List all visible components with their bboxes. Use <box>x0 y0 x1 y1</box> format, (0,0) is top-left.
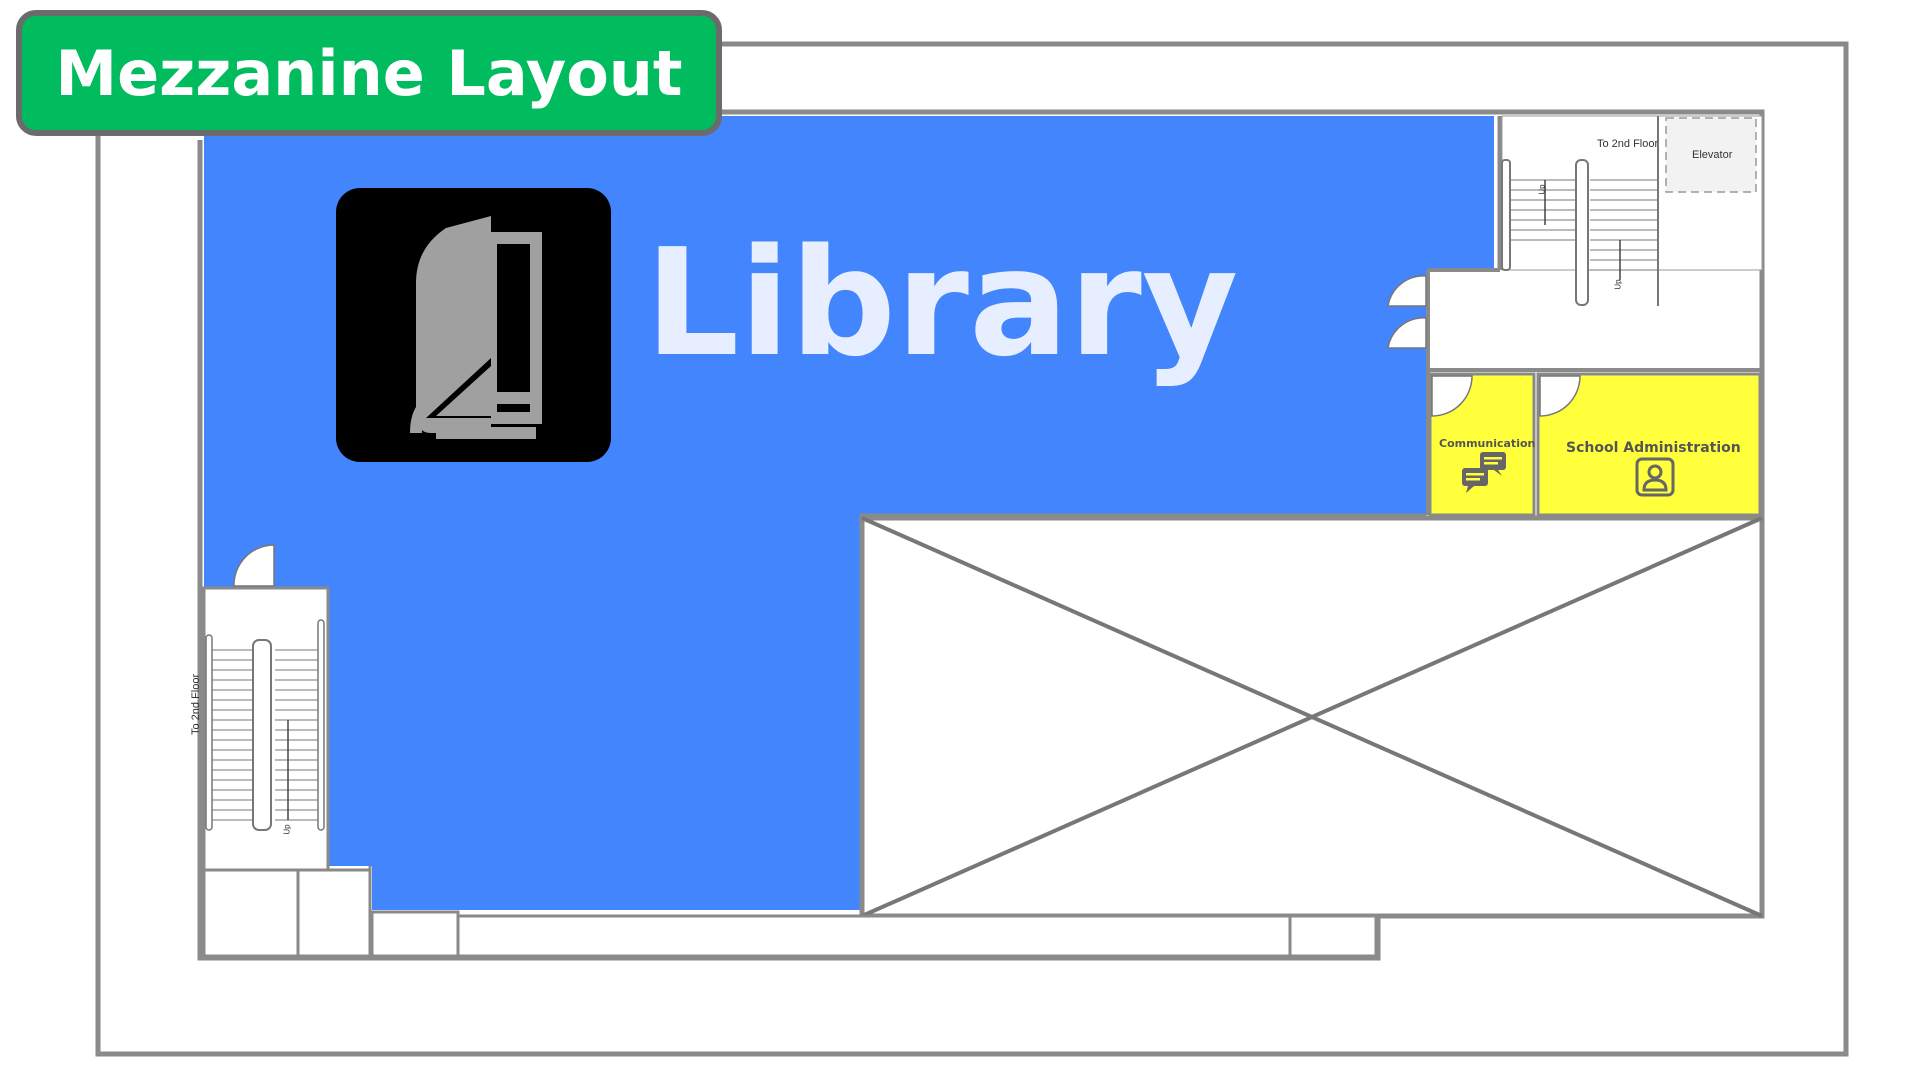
book-icon <box>336 188 611 462</box>
chat-bubbles-icon <box>1460 450 1510 496</box>
corridor-room <box>1288 914 1378 958</box>
stair-west-handrail <box>317 619 325 831</box>
floor-plan <box>95 41 1849 1057</box>
stair-west-handrail <box>252 639 272 831</box>
school-admin-label: School Administration <box>1566 440 1741 456</box>
stair-north-up: Up <box>1537 184 1547 195</box>
stair-north-up: Up <box>1613 279 1623 290</box>
corridor-room <box>456 914 1292 958</box>
library-label: Library <box>645 217 1239 389</box>
elevator-label: Elevator <box>1692 149 1733 161</box>
stair-west-label: To 2nd Floor <box>190 673 202 735</box>
person-badge-icon <box>1635 457 1675 497</box>
corridor-room <box>370 910 460 958</box>
stair-north-label: To 2nd Floor <box>1597 138 1659 150</box>
storage-room <box>296 868 372 958</box>
stair-west-handrail <box>205 634 213 831</box>
stair-west-up: Up <box>282 824 292 835</box>
page-title-text: Mezzanine Layout <box>55 36 683 110</box>
stair-north-handrail <box>1575 159 1589 306</box>
storage-room <box>202 868 300 958</box>
page-title: Mezzanine Layout <box>16 10 722 136</box>
stair-north-handrail <box>1501 159 1511 271</box>
communication-label: Communication <box>1439 437 1536 450</box>
